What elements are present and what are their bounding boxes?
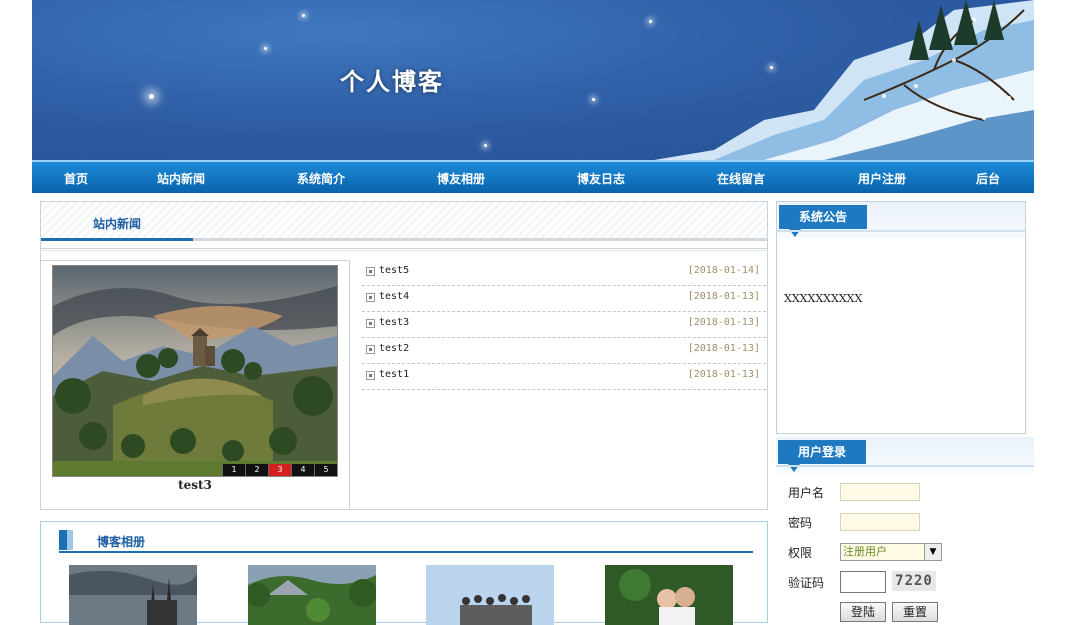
login-button[interactable]: 登陆 [840,602,886,622]
winter-scene-graphic [654,0,1034,160]
page: 个人博客 首页 站内新闻 系统简介 博友相册 博友日志 在线留言 用户注册 后台… [32,0,1034,625]
slideshow-image[interactable]: 1 2 3 4 5 [52,265,338,477]
nav-item-register[interactable]: 用户注册 [858,170,906,187]
news-title-link[interactable]: test2 [379,343,409,354]
star [484,144,487,147]
reset-button[interactable]: 重置 [892,602,938,622]
slide-number-button-active[interactable]: 3 [268,464,291,476]
role-label: 权限 [788,546,813,560]
captcha-label: 验证码 [788,576,825,590]
cathedral-photo [69,565,197,625]
role-select-value: 注册用户 [843,545,887,558]
notice-title: 系统公告 [779,205,867,237]
list-item[interactable]: test5 [2018-01-14] [362,260,766,286]
username-label: 用户名 [788,486,825,500]
news-date: [2018-01-14] [687,265,760,276]
news-date: [2018-01-13] [687,291,760,302]
couple-photo [605,565,733,625]
divider [41,250,767,251]
news-section-title: 站内新闻 [93,217,142,231]
slide-number-button[interactable]: 1 [222,464,245,476]
nav-item-admin[interactable]: 后台 [976,170,1000,187]
username-input[interactable] [840,483,920,501]
nav-item-guestbook[interactable]: 在线留言 [717,170,765,187]
slideshow-caption[interactable]: test3 [41,478,349,492]
news-title-link[interactable]: test1 [379,369,409,380]
bullet-icon [366,293,375,302]
news-date: [2018-01-13] [687,369,760,380]
bullet-icon [366,319,375,328]
list-item[interactable]: test3 [2018-01-13] [362,312,766,338]
login-panel: 用户登录 用户名 密码 权限 注册用户 ▼ 验证码 7220 登陆 重置 [776,437,1034,622]
forest-photo [248,565,376,625]
list-item[interactable]: test1 [2018-01-13] [362,364,766,390]
slide-number-button[interactable]: 2 [245,464,268,476]
news-date: [2018-01-13] [687,317,760,328]
news-title-link[interactable]: test4 [379,291,409,302]
album-thumbnail[interactable] [426,565,554,625]
nav-item-blog[interactable]: 博友日志 [577,170,625,187]
captcha-image[interactable]: 7220 [892,571,936,591]
bullet-icon [366,267,375,276]
password-input[interactable] [840,513,920,531]
divider [777,230,1025,232]
password-label: 密码 [788,516,813,530]
notice-header: 系统公告 [777,202,1025,238]
album-section-title: 博客相册 [97,535,146,549]
slide-number-button[interactable]: 5 [314,464,337,476]
album-thumbnail[interactable] [605,565,733,625]
section-tag-icon [59,530,73,550]
header-accent-line [41,238,193,241]
header-banner: 个人博客 [32,0,1034,160]
news-date: [2018-01-13] [687,343,760,354]
group-photo [426,565,554,625]
notice-content: XXXXXXXXXX [784,292,863,305]
login-header: 用户登录 [776,437,1034,473]
slideshow: 1 2 3 4 5 test3 [41,260,350,509]
list-item[interactable]: test2 [2018-01-13] [362,338,766,364]
main-nav: 首页 站内新闻 系统简介 博友相册 博友日志 在线留言 用户注册 后台 [32,160,1034,193]
star [592,98,595,101]
nav-item-news[interactable]: 站内新闻 [157,170,205,187]
slide-number-button[interactable]: 4 [291,464,314,476]
divider [776,465,1034,467]
login-title: 用户登录 [778,440,866,472]
news-title-link[interactable]: test5 [379,265,409,276]
bullet-icon [366,345,375,354]
news-header: 站内新闻 [41,202,767,241]
divider [41,248,767,249]
album-thumbnail[interactable] [69,565,197,625]
slideshow-pager: 1 2 3 4 5 [222,464,337,476]
nav-item-home[interactable]: 首页 [64,170,88,187]
star [264,47,267,50]
star [149,94,154,99]
list-item[interactable]: test4 [2018-01-13] [362,286,766,312]
star [302,14,305,17]
notice-panel: 系统公告 XXXXXXXXXX [776,201,1026,434]
bullet-icon [366,371,375,380]
news-title-link[interactable]: test3 [379,317,409,328]
chevron-down-icon: ▼ [924,544,941,560]
news-list: test5 [2018-01-14] test4 [2018-01-13] te… [362,260,766,390]
divider [59,551,753,553]
nav-item-about[interactable]: 系统简介 [297,170,345,187]
star [649,20,652,23]
role-select[interactable]: 注册用户 ▼ [840,543,942,561]
site-title: 个人博客 [340,67,444,96]
captcha-input[interactable] [840,571,886,593]
album-thumbnail[interactable] [248,565,376,625]
news-panel: 站内新闻 1 2 3 4 5 test3 test5 [2018-01-14] … [40,201,768,510]
nav-item-album[interactable]: 博友相册 [437,170,485,187]
album-panel: 博客相册 [40,521,768,625]
landscape-photo [53,266,337,476]
